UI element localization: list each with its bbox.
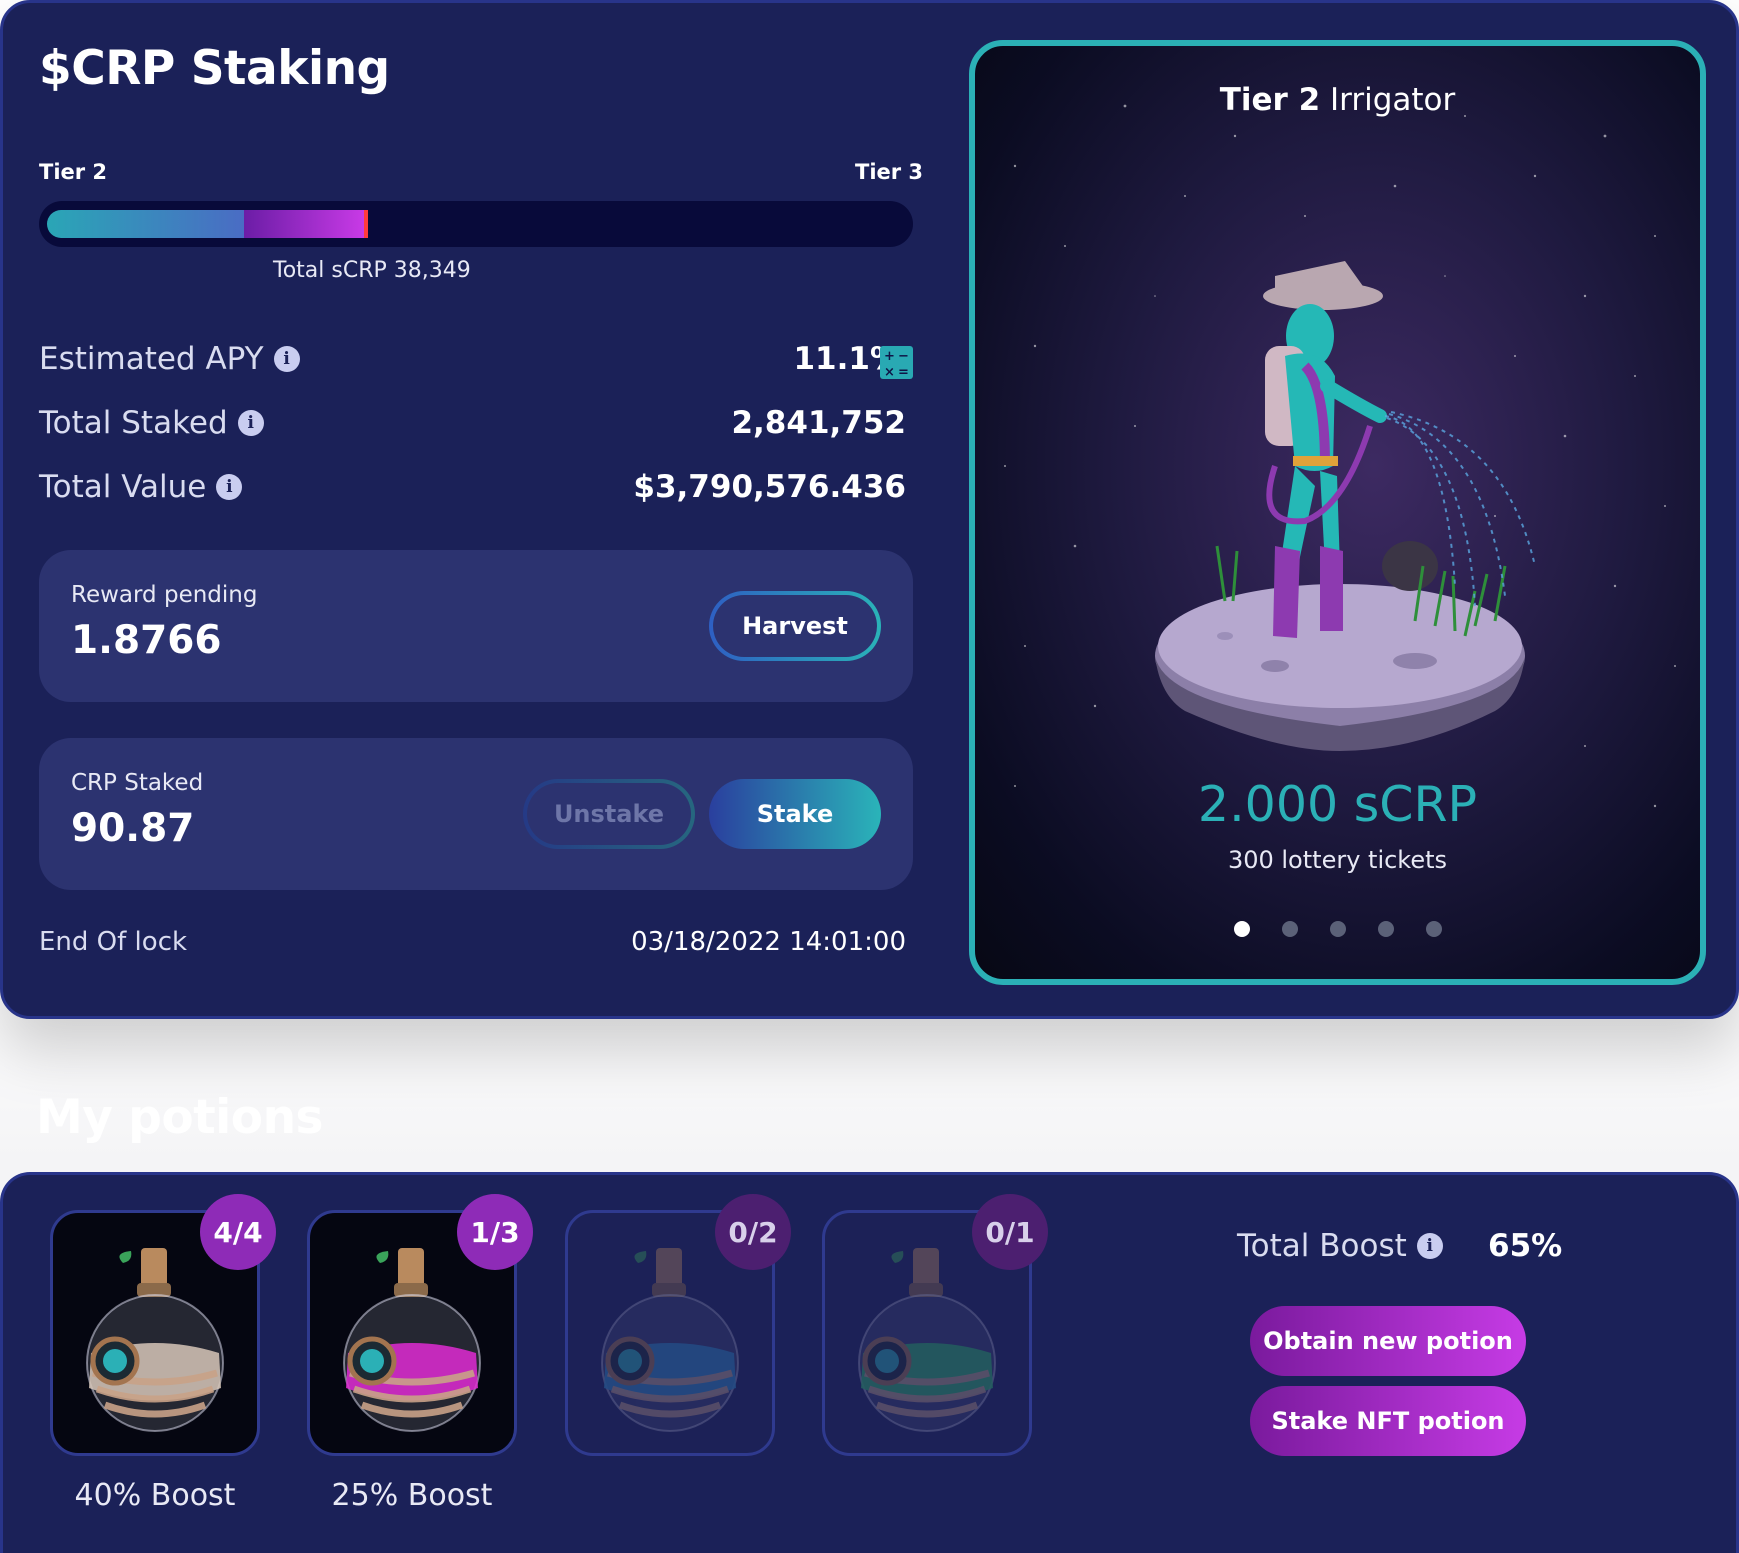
total-scrp-label: Total sCRP 38,349 [273,258,471,283]
progress-marker [364,210,368,238]
potion-boost-caption: 40% Boost [74,1478,236,1513]
calculator-icon[interactable]: + − × = [880,346,913,379]
carousel-dot[interactable] [1425,921,1442,937]
showcase-tier: Tier 2 [1219,82,1321,118]
potion-count-badge: 0/2 [715,1194,791,1270]
carousel-dots [975,921,1700,937]
apy-row-label: Estimated APY i [39,341,300,377]
carousel-dot[interactable] [1377,921,1394,937]
reward-value: 1.8766 [71,618,222,663]
potion-count-badge: 0/1 [972,1194,1048,1270]
total-value-label: Total Value [39,469,207,505]
end-of-lock-label: End Of lock [39,927,188,957]
tier-next-label: Tier 3 [855,160,924,184]
info-icon[interactable]: i [1416,1233,1443,1259]
carousel-dot[interactable] [1233,921,1250,937]
staked-row-label: Total Staked i [39,405,264,441]
potions-section-title: My potions [36,1090,324,1145]
total-boost-row-label: Total Boost i [1237,1228,1443,1264]
carousel-dot[interactable] [1329,921,1346,937]
crp-staked-value: 90.87 [71,806,195,851]
reward-label: Reward pending [71,582,258,608]
showcase-name: Irrigator [1330,82,1456,118]
page-title: $CRP Staking [39,41,390,96]
stake-button[interactable]: Stake [709,779,881,849]
total-boost-label: Total Boost [1237,1228,1407,1264]
starfield [1004,104,1676,808]
apy-label: Estimated APY [39,341,264,377]
tier-showcase-card: Tier 2 Irrigator 2.000 sCRP 300 lottery … [969,40,1706,985]
crp-staked-label: CRP Staked [71,770,204,796]
progress-fill-boost [244,210,364,238]
showcase-title: Tier 2 Irrigator [975,82,1700,118]
potion-count-badge: 4/4 [200,1194,276,1270]
carousel-dot[interactable] [1281,921,1298,937]
harvest-button[interactable]: Harvest [709,591,881,661]
reward-card: Reward pending 1.8766 Harvest [39,550,913,702]
end-of-lock-value: 03/18/2022 14:01:00 [631,927,906,957]
progress-fill-base [47,210,244,238]
value-row-label: Total Value i [39,469,243,505]
staked-card: CRP Staked 90.87 Unstake Stake [39,738,913,890]
tier-current-label: Tier 2 [39,160,108,184]
obtain-potion-button[interactable]: Obtain new potion [1250,1306,1526,1376]
potion-count-badge: 1/3 [457,1194,533,1270]
info-icon[interactable]: i [273,346,300,372]
total-boost-value: 65% [1488,1228,1563,1264]
staking-panel: $CRP Staking Tier 2 Tier 3 Total sCRP 38… [0,0,1739,1019]
potion-boost-caption: 25% Boost [331,1478,493,1513]
info-icon[interactable]: i [237,410,264,436]
showcase-amount: 2.000 sCRP [1197,776,1478,833]
unstake-button[interactable]: Unstake [523,779,695,849]
total-staked-value: 2,841,752 [731,405,906,441]
tier-progress-bar [39,201,913,247]
total-staked-label: Total Staked [39,405,228,441]
stake-nft-potion-button[interactable]: Stake NFT potion [1250,1386,1526,1456]
total-value-value: $3,790,576.436 [633,469,906,505]
info-icon[interactable]: i [216,474,243,500]
showcase-tickets: 300 lottery tickets [1227,846,1448,874]
